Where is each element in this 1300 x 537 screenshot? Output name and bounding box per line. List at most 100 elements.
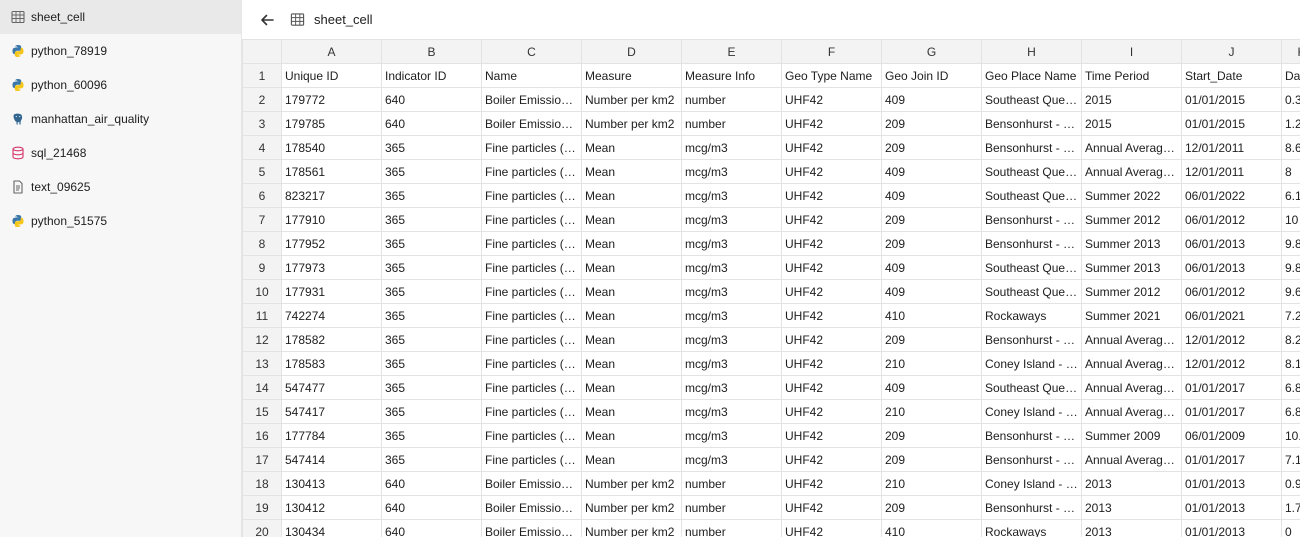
- column-header-i[interactable]: I: [1081, 39, 1182, 64]
- grid-cell[interactable]: 8: [1281, 159, 1300, 184]
- grid-cell[interactable]: Fine particles (PM 2.5): [481, 279, 582, 304]
- grid-cell[interactable]: UHF42: [781, 87, 882, 112]
- grid-cell[interactable]: Number per km2: [581, 111, 682, 136]
- grid-cell[interactable]: UHF42: [781, 327, 882, 352]
- grid-cell[interactable]: Annual Average 2017: [1081, 375, 1182, 400]
- grid-cell[interactable]: 409: [881, 375, 982, 400]
- grid-cell[interactable]: 209: [881, 423, 982, 448]
- grid-cell[interactable]: Fine particles (PM 2.5): [481, 399, 582, 424]
- grid-cell[interactable]: Southeast Queens: [981, 279, 1082, 304]
- grid-cell[interactable]: 177910: [281, 207, 382, 232]
- grid-cell[interactable]: Mean: [581, 159, 682, 184]
- sidebar-item-python-78919[interactable]: python_78919: [0, 34, 241, 68]
- grid-cell[interactable]: Fine particles (PM 2.5): [481, 159, 582, 184]
- column-header-k[interactable]: K: [1281, 39, 1300, 64]
- grid-cell[interactable]: Bensonhurst - Bay Ridge: [981, 327, 1082, 352]
- row-number[interactable]: 10: [242, 279, 282, 304]
- grid-cell[interactable]: Southeast Queens: [981, 159, 1082, 184]
- grid-cell[interactable]: Coney Island - Sheepshead Bay: [981, 351, 1082, 376]
- row-number[interactable]: 5: [242, 159, 282, 184]
- grid-cell[interactable]: 2013: [1081, 519, 1182, 537]
- row-number[interactable]: 20: [242, 519, 282, 537]
- grid-cell[interactable]: Mean: [581, 351, 682, 376]
- grid-cell[interactable]: 01/01/2015: [1181, 111, 1282, 136]
- grid-cell[interactable]: 209: [881, 135, 982, 160]
- row-number[interactable]: 16: [242, 423, 282, 448]
- grid-cell[interactable]: 178582: [281, 327, 382, 352]
- grid-cell[interactable]: 8.6: [1281, 135, 1300, 160]
- row-number[interactable]: 13: [242, 351, 282, 376]
- grid-cell[interactable]: Mean: [581, 207, 682, 232]
- grid-cell[interactable]: Fine particles (PM 2.5): [481, 447, 582, 472]
- row-number[interactable]: 9: [242, 255, 282, 280]
- grid-cell[interactable]: Boiler Emissions- Total SO2 Emissions: [481, 87, 582, 112]
- grid-cell[interactable]: Mean: [581, 279, 682, 304]
- grid-cell[interactable]: Bensonhurst - Bay Ridge: [981, 447, 1082, 472]
- grid-cell[interactable]: mcg/m3: [681, 303, 782, 328]
- grid-cell[interactable]: Name: [481, 63, 582, 88]
- grid-cell[interactable]: Boiler Emissions- Total SO2 Emissions: [481, 111, 582, 136]
- grid-cell[interactable]: 409: [881, 255, 982, 280]
- grid-cell[interactable]: 410: [881, 303, 982, 328]
- grid-cell[interactable]: 209: [881, 495, 982, 520]
- grid-cell[interactable]: 9.8: [1281, 255, 1300, 280]
- grid-cell[interactable]: Time Period: [1081, 63, 1182, 88]
- grid-cell[interactable]: Number per km2: [581, 519, 682, 537]
- grid-cell[interactable]: UHF42: [781, 495, 882, 520]
- grid-cell[interactable]: 6.8: [1281, 399, 1300, 424]
- column-header-j[interactable]: J: [1181, 39, 1282, 64]
- grid-cell[interactable]: 8.1: [1281, 351, 1300, 376]
- grid-cell[interactable]: Boiler Emissions- Total SO2 Emissions: [481, 495, 582, 520]
- grid-cell[interactable]: Fine particles (PM 2.5): [481, 255, 582, 280]
- grid-cell[interactable]: 547477: [281, 375, 382, 400]
- grid-cell[interactable]: 365: [381, 231, 482, 256]
- grid-cell[interactable]: Annual Average 2017: [1081, 399, 1182, 424]
- grid-cell[interactable]: 409: [881, 159, 982, 184]
- sidebar-item-python-51575[interactable]: python_51575: [0, 204, 241, 238]
- grid-cell[interactable]: 365: [381, 135, 482, 160]
- grid-cell[interactable]: 9.8: [1281, 231, 1300, 256]
- sidebar-item-python-60096[interactable]: python_60096: [0, 68, 241, 102]
- grid-cell[interactable]: 06/01/2021: [1181, 303, 1282, 328]
- grid-cell[interactable]: 742274: [281, 303, 382, 328]
- grid-cell[interactable]: 177973: [281, 255, 382, 280]
- grid-cell[interactable]: Measure Info: [681, 63, 782, 88]
- grid-cell[interactable]: 1.7: [1281, 495, 1300, 520]
- grid-cell[interactable]: Start_Date: [1181, 63, 1282, 88]
- grid-cell[interactable]: 130412: [281, 495, 382, 520]
- spreadsheet-grid[interactable]: ABCDEFGHIJK 1Unique IDIndicator IDNameMe…: [242, 39, 1300, 537]
- grid-cell[interactable]: Boiler Emissions- Total SO2 Emissions: [481, 471, 582, 496]
- grid-cell[interactable]: 2013: [1081, 471, 1182, 496]
- row-number[interactable]: 6: [242, 183, 282, 208]
- grid-cell[interactable]: 9.6: [1281, 279, 1300, 304]
- column-header-f[interactable]: F: [781, 39, 882, 64]
- grid-cell[interactable]: mcg/m3: [681, 231, 782, 256]
- grid-cell[interactable]: 365: [381, 375, 482, 400]
- grid-cell[interactable]: UHF42: [781, 423, 882, 448]
- grid-cell[interactable]: 179785: [281, 111, 382, 136]
- grid-cell[interactable]: Fine particles (PM 2.5): [481, 231, 582, 256]
- grid-cell[interactable]: Mean: [581, 183, 682, 208]
- grid-cell[interactable]: Southeast Queens: [981, 255, 1082, 280]
- grid-cell[interactable]: 12/01/2011: [1181, 135, 1282, 160]
- grid-cell[interactable]: 209: [881, 231, 982, 256]
- grid-cell[interactable]: Mean: [581, 375, 682, 400]
- grid-cell[interactable]: 179772: [281, 87, 382, 112]
- grid-cell[interactable]: 06/01/2009: [1181, 423, 1282, 448]
- grid-cell[interactable]: Coney Island - Sheepshead Bay: [981, 471, 1082, 496]
- grid-cell[interactable]: UHF42: [781, 159, 882, 184]
- grid-cell[interactable]: UHF42: [781, 375, 882, 400]
- grid-cell[interactable]: Fine particles (PM 2.5): [481, 327, 582, 352]
- row-number[interactable]: 15: [242, 399, 282, 424]
- grid-cell[interactable]: 640: [381, 495, 482, 520]
- grid-cell[interactable]: 130434: [281, 519, 382, 537]
- column-header-e[interactable]: E: [681, 39, 782, 64]
- column-header-b[interactable]: B: [381, 39, 482, 64]
- grid-cell[interactable]: 177784: [281, 423, 382, 448]
- sidebar-item-sql-21468[interactable]: sql_21468: [0, 136, 241, 170]
- grid-cell[interactable]: Fine particles (PM 2.5): [481, 423, 582, 448]
- grid-cell[interactable]: 365: [381, 423, 482, 448]
- grid-cell[interactable]: Summer 2022: [1081, 183, 1182, 208]
- column-header-g[interactable]: G: [881, 39, 982, 64]
- grid-cell[interactable]: 7.1: [1281, 447, 1300, 472]
